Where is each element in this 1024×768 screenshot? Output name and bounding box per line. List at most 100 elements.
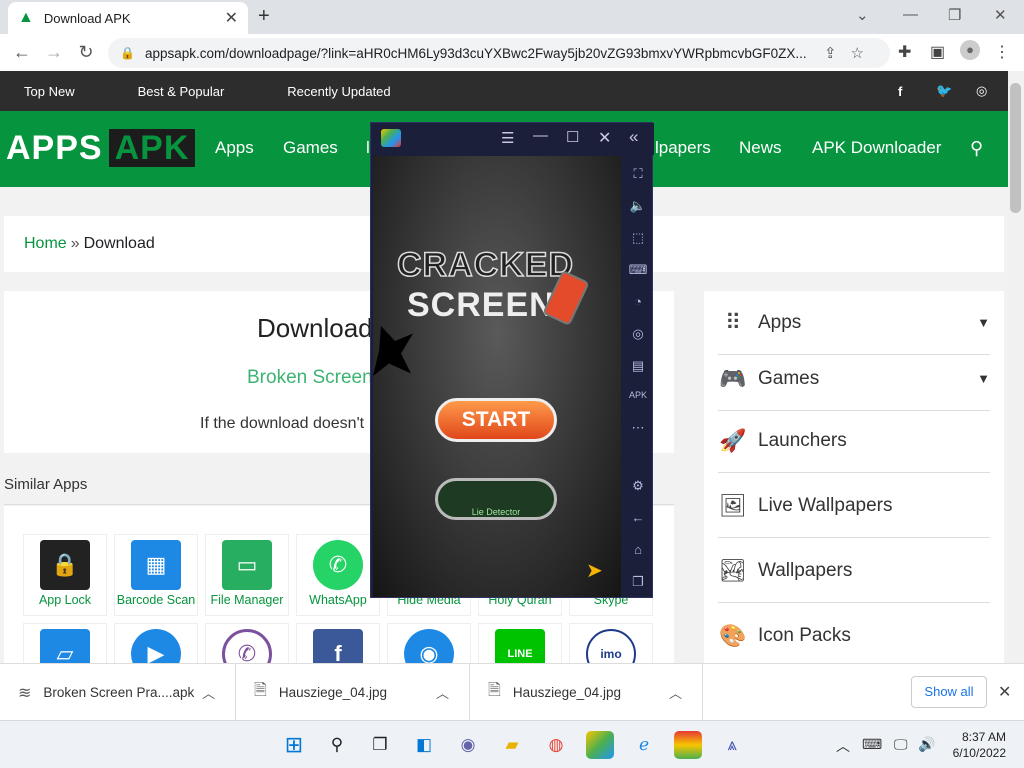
similar-app-tile[interactable]: ◉ [387,623,471,663]
app-launcher-icon[interactable]: ⩓ [718,731,746,759]
minimize-icon[interactable]: — [533,127,548,144]
network-icon[interactable]: 🖵 [894,736,908,753]
back-button[interactable]: ← [6,42,38,63]
close-icon[interactable]: ✕ [598,128,611,148]
instagram-icon[interactable]: ◎ [976,83,987,99]
chevron-up-icon[interactable]: ︿ [436,683,449,702]
winrar-icon[interactable] [674,731,702,759]
apk-install-icon[interactable]: APK [623,390,653,400]
similar-app-tile[interactable]: 🔒 App Lock [23,534,107,616]
nav-apps[interactable]: Apps [215,138,254,158]
close-tab-icon[interactable]: ✕ [225,8,238,28]
chrome-icon[interactable]: ◍ [542,731,570,759]
show-all-downloads-button[interactable]: Show all [911,676,987,708]
widgets-icon[interactable]: ◧ [410,731,438,759]
similar-app-tile[interactable]: ▱ [23,623,107,663]
keyboard-icon[interactable]: ⌨ [623,262,653,278]
extensions-icon[interactable]: ✚ [898,42,911,62]
sidebar-item-icon-packs[interactable]: 🎨 Icon Packs [718,604,990,663]
nav-wallpapers[interactable]: lpapers [655,138,711,158]
chat-icon[interactable]: ◉ [454,731,482,759]
reload-button[interactable]: ↻ [70,42,102,63]
file-explorer-icon[interactable]: ▰ [498,731,526,759]
profile-avatar-icon[interactable]: ● [960,40,980,60]
bookmark-star-icon[interactable]: ☆ [851,45,878,62]
chevron-up-icon[interactable]: ︿ [669,683,682,702]
back-arrow-icon[interactable]: ← [623,510,653,525]
download-app-name[interactable]: Broken Screen [247,367,373,389]
similar-app-tile[interactable]: ✆ WhatsApp [296,534,380,616]
download-item[interactable]: ≋ Broken Screen Pra....apk ︿ [0,664,236,721]
chevron-up-icon[interactable]: ︿ [202,683,215,702]
tab-search-icon[interactable]: ⌄ [856,6,869,24]
minimize-window-button[interactable]: — [903,6,918,23]
nav-news[interactable]: News [739,138,782,158]
hamburger-menu-icon[interactable]: ☰ [501,129,514,147]
download-item[interactable]: 🗎 Hausziege_04.jpg ︿ [236,664,470,721]
record-icon[interactable]: ◔ [623,294,653,309]
speaker-icon[interactable]: 🔊 [918,736,935,753]
lock-icon[interactable]: 🔒 [120,46,135,60]
search-icon[interactable]: ⚲ [323,731,351,759]
search-icon[interactable]: ⚲ [970,138,983,159]
menu-kebab-icon[interactable]: ⋮ [994,42,1010,62]
start-menu-icon[interactable]: ⊞ [280,731,308,759]
top-link-top-new[interactable]: Top New [24,84,75,99]
side-panel-icon[interactable]: ▣ [930,42,945,62]
keyboard-tray-icon[interactable]: ⌨ [862,736,882,753]
show-hidden-icons-icon[interactable]: ︿ [836,736,850,756]
similar-app-tile[interactable]: ▭ File Manager [205,534,289,616]
top-link-best-popular[interactable]: Best & Popular [138,84,225,99]
sidebar-label: Games [758,367,820,389]
lie-detector-button[interactable]: Lie Detector [435,478,557,520]
similar-app-tile[interactable]: ✆ [205,623,289,663]
start-button[interactable]: START [435,398,557,442]
game-screen[interactable]: CRACKED SCREEN START Lie Detector ➤ [373,156,621,597]
download-item[interactable]: 🗎 Hausziege_04.jpg ︿ [470,664,703,721]
sidebar-item-launchers[interactable]: 🚀 Launchers [718,409,990,473]
recent-apps-icon[interactable]: ❐ [623,574,653,590]
similar-app-tile[interactable]: imo [569,623,653,663]
share-icon[interactable]: ⇪ [824,45,851,62]
macro-icon[interactable]: ▤ [623,358,653,374]
restore-window-button[interactable]: ❐ [948,6,961,24]
page-scrollbar[interactable] [1008,71,1024,663]
similar-app-tile[interactable]: f [296,623,380,663]
similar-app-tile[interactable]: ▦ Barcode Scan [114,534,198,616]
forward-button[interactable]: → [38,42,70,63]
task-view-icon[interactable]: ❐ [366,731,394,759]
browser-tab[interactable]: ▲ Download APK ✕ [8,2,248,34]
sidebar-item-games[interactable]: 🎮 Games ▼ [718,347,990,411]
nav-games[interactable]: Games [283,138,338,158]
close-window-button[interactable]: ✕ [994,6,1007,24]
new-tab-button[interactable]: + [258,5,270,28]
collapse-sidebar-icon[interactable]: « [629,127,638,147]
chevron-down-icon[interactable]: ▼ [977,371,990,386]
top-link-recently-updated[interactable]: Recently Updated [287,84,390,99]
sidebar-item-apps[interactable]: ⠿ Apps ▼ [718,291,990,355]
home-icon[interactable]: ⌂ [623,542,653,557]
settings-icon[interactable]: ⚙ [623,478,653,494]
sidebar-item-wallpapers[interactable]: 🏞 Wallpapers [718,539,990,603]
more-icon[interactable]: ⋯ [623,420,653,436]
address-bar[interactable]: 🔒 appsapk.com/downloadpage/?link=aHR0cHM… [108,38,890,68]
internet-explorer-icon[interactable]: ℯ [630,731,658,759]
maximize-icon[interactable]: ☐ [566,128,579,146]
chevron-down-icon[interactable]: ▼ [977,315,990,330]
pointer-icon[interactable]: ⬚ [623,230,653,246]
system-clock[interactable]: 8:37 AM 6/10/2022 [944,729,1006,761]
breadcrumb-home[interactable]: Home [24,235,67,253]
close-downloads-icon[interactable]: ✕ [998,682,1011,702]
similar-app-tile[interactable]: LINE [478,623,562,663]
site-logo[interactable]: APPS APK [6,129,196,168]
facebook-icon[interactable]: f [898,84,902,99]
bluestacks-taskbar-icon[interactable] [586,731,614,759]
rotate-icon[interactable]: ◎ [623,326,653,342]
fullscreen-icon[interactable]: ⛶ [623,166,653,182]
twitter-icon[interactable]: 🐦 [936,83,952,99]
sidebar-item-live-wallpapers[interactable]: 🖼 Live Wallpapers [718,474,990,538]
scrollbar-thumb[interactable] [1010,83,1021,213]
volume-icon[interactable]: 🔈 [623,198,653,214]
similar-app-tile[interactable]: ▶ [114,623,198,663]
nav-apk-downloader[interactable]: APK Downloader [812,138,941,158]
